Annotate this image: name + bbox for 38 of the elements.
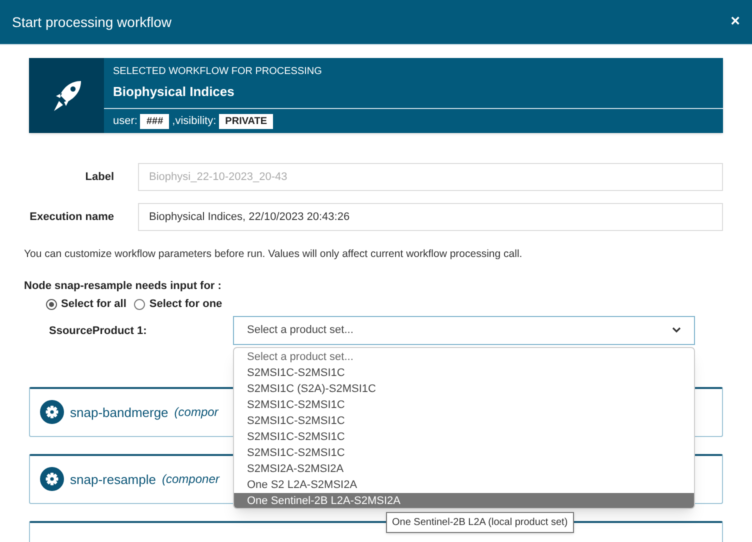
dropdown-option[interactable]: S2MSI1C-S2MSI1C xyxy=(234,413,694,429)
window-title: Start processing workflow xyxy=(12,12,172,32)
close-button[interactable]: × xyxy=(730,14,740,30)
dropdown-option[interactable]: One S2 L2A-S2MSI2A xyxy=(234,477,694,493)
component-suffix: (compor xyxy=(174,404,218,422)
dropdown-option[interactable]: S2MSI1C-S2MSI1C xyxy=(234,445,694,461)
dropdown-option[interactable]: Select a product set... xyxy=(234,349,694,365)
field-label: Label xyxy=(85,170,114,185)
product-select[interactable]: Select a product set... xyxy=(233,316,695,345)
component-name: snap-bandmerge xyxy=(70,404,168,422)
dropdown-option[interactable]: S2MSI1C (S2A)-S2MSI1C xyxy=(234,381,694,397)
text-field[interactable]: Biophysical Indices, 22/10/2023 20:43:26 xyxy=(138,203,723,231)
dropdown-option[interactable]: One Sentinel-2B L2A-S2MSI2A xyxy=(234,493,694,508)
dropdown-option[interactable]: S2MSI2A-S2MSI2A xyxy=(234,461,694,477)
product-label: SsourceProduct 1: xyxy=(49,325,147,338)
gear-icon xyxy=(40,400,64,424)
tooltip: One Sentinel-2B L2A (local product set) xyxy=(386,512,574,533)
radio-option[interactable]: Select for all xyxy=(46,296,126,313)
visibility-label: ,visibility: xyxy=(172,114,216,129)
user-label: user: xyxy=(113,114,138,129)
radio-icon[interactable] xyxy=(134,299,146,310)
card-caption: SELECTED WORKFLOW FOR PROCESSING xyxy=(113,65,323,79)
component-name: snap-resample xyxy=(70,470,156,489)
dropdown-option[interactable]: S2MSI1C-S2MSI1C xyxy=(234,429,694,445)
text-field[interactable]: Biophysi_22-10-2023_20-43 xyxy=(138,163,723,191)
gear-icon xyxy=(40,467,64,492)
hint-text: You can customize workflow parameters before run. Values will only affect current workflow processing call. xyxy=(24,247,524,262)
component-suffix: (componer xyxy=(162,471,220,488)
user-value: ### xyxy=(140,114,170,128)
chevron-icon xyxy=(672,327,681,334)
radio-option[interactable]: Select for one xyxy=(134,296,222,313)
visibility-value: PRIVATE xyxy=(219,114,274,128)
node-title: Node snap-resample needs input for : xyxy=(24,278,222,294)
dropdown-option[interactable]: S2MSI1C-S2MSI1C xyxy=(234,365,694,381)
workflow-name: Biophysical Indices xyxy=(113,83,236,101)
dropdown-option[interactable]: S2MSI1C-S2MSI1C xyxy=(234,397,694,413)
field-label: Execution name xyxy=(30,210,114,225)
radio-icon[interactable] xyxy=(46,299,57,310)
